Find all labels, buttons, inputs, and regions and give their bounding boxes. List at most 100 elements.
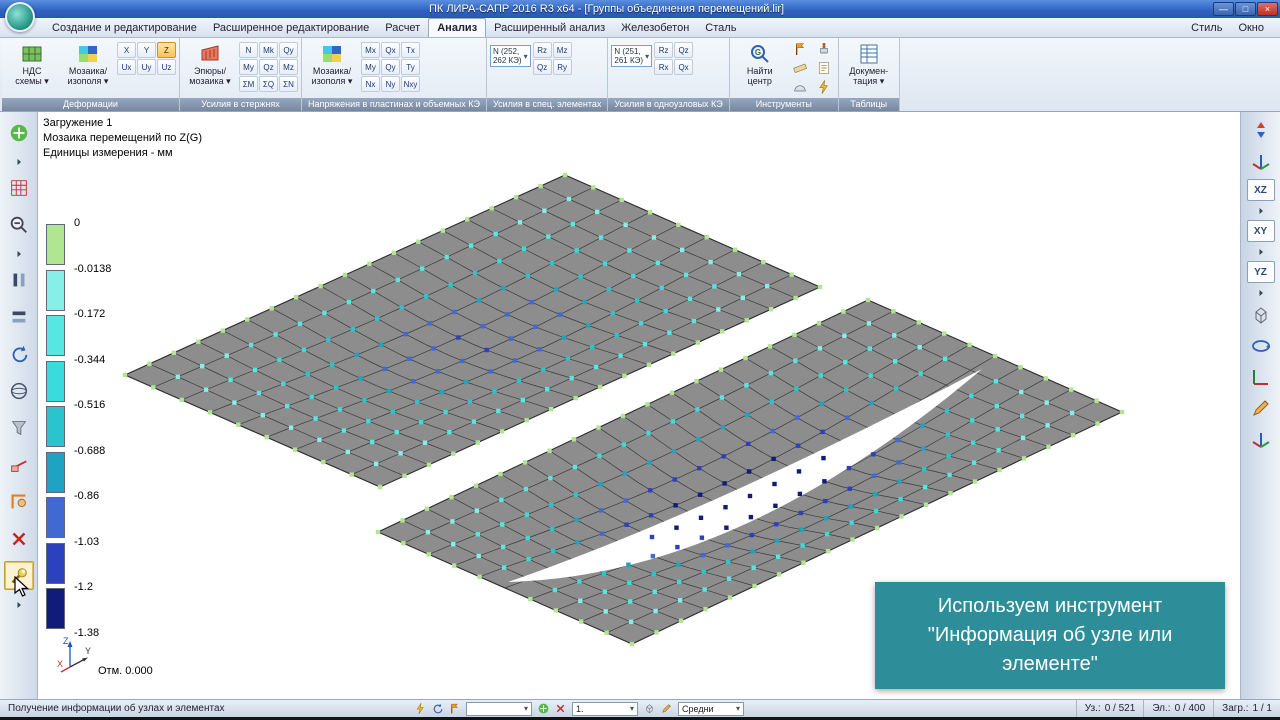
plate-stress-buttons-Nxy[interactable]: Nxy	[401, 76, 420, 92]
menu-right-item-1[interactable]: Стиль	[1183, 18, 1230, 37]
flip-view-button[interactable]	[1246, 117, 1276, 143]
mesh-display-tool[interactable]	[4, 173, 34, 202]
rotate-model-tool[interactable]	[4, 339, 34, 368]
section-tool[interactable]	[4, 450, 34, 479]
special-element-buttons-Rz[interactable]: Rz	[532, 42, 552, 58]
documentation-button[interactable]: Докумен-тация ▾	[842, 40, 896, 88]
tools-stack-2-paint-icon[interactable]	[813, 40, 835, 58]
plate-stress-buttons-Qx[interactable]: Qx	[381, 42, 400, 58]
plate-stress-buttons-Qy[interactable]: Qy	[381, 59, 400, 75]
maximize-button[interactable]: □	[1235, 2, 1256, 16]
pan-tool[interactable]	[4, 118, 34, 147]
projection-tool-1[interactable]	[4, 265, 34, 294]
displacement-axis-buttons-Uy[interactable]: Uy	[137, 59, 156, 75]
delete-tool[interactable]	[4, 524, 34, 553]
menu-tab-5[interactable]: Расширенный анализ	[486, 18, 613, 37]
menu-tab-2[interactable]: Расширенное редактирование	[205, 18, 377, 37]
bar-force-buttons-Qy[interactable]: Qy	[279, 42, 298, 58]
status-combo-1[interactable]: ▾	[466, 701, 532, 716]
view-xz-button[interactable]: XZ	[1246, 179, 1275, 201]
plate-stress-buttons-Ny[interactable]: Ny	[381, 76, 400, 92]
model-viewport[interactable]: Загружение 1 Мозаика перемещений по Z(G) Е…	[38, 112, 1240, 699]
special-element-buttons-Mz[interactable]: Mz	[552, 42, 572, 58]
view-xy-button[interactable]: XY	[1246, 220, 1275, 242]
expand-arrow-1[interactable]	[4, 155, 34, 167]
find-center-button[interactable]: G Найти центр	[733, 40, 787, 88]
single-node-buttons-Qz[interactable]: Qz	[674, 42, 694, 58]
clip-plane-tool[interactable]	[4, 487, 34, 516]
menu-tab-3[interactable]: Расчет	[377, 18, 428, 37]
bar-force-buttons-ΣQ[interactable]: ΣQ	[259, 76, 278, 92]
status-tool-2-2[interactable]	[552, 701, 569, 716]
plate-stress-buttons-Tx[interactable]: Tx	[401, 42, 420, 58]
status-combo-3[interactable]: Средни ▾	[678, 701, 744, 716]
status-tool-3-1[interactable]	[641, 701, 658, 716]
tools-stack-1-protractor-icon[interactable]	[789, 78, 811, 96]
single-node-buttons-Rz[interactable]: Rz	[654, 42, 674, 58]
plate-stress-buttons-Ty[interactable]: Ty	[401, 59, 420, 75]
status-tool-2-1[interactable]	[535, 701, 552, 716]
bar-force-buttons-ΣN[interactable]: ΣN	[279, 76, 298, 92]
special-element-buttons-Qz[interactable]: Qz	[532, 59, 552, 75]
displacement-axis-buttons-Ux[interactable]: Ux	[117, 59, 136, 75]
rotate-view-button[interactable]	[1246, 333, 1276, 359]
view-xy-arrow[interactable]	[1246, 245, 1276, 257]
status-tool-1-1[interactable]	[412, 701, 429, 716]
menu-right-item-2[interactable]: Окно	[1230, 18, 1272, 37]
menu-tab-7[interactable]: Сталь	[697, 18, 744, 37]
status-combo-2[interactable]: 1. ▾	[572, 701, 638, 716]
bar-force-buttons-Mk[interactable]: Mk	[259, 42, 278, 58]
special-element-force-combo[interactable]: N (252, 262 КЭ) ▾	[489, 45, 531, 67]
displacement-axis-buttons-Y[interactable]: Y	[137, 42, 156, 58]
single-node-force-combo[interactable]: N (251, 261 КЭ) ▾	[611, 45, 653, 67]
tools-stack-1-ruler-icon[interactable]	[789, 59, 811, 77]
isometric-view-button[interactable]	[1246, 302, 1276, 328]
bar-force-buttons-My[interactable]: My	[239, 59, 258, 75]
app-menu-button[interactable]	[5, 2, 35, 32]
sphere-view-tool[interactable]	[4, 376, 34, 405]
global-axes-button[interactable]	[1246, 148, 1276, 174]
bar-force-buttons-Qz[interactable]: Qz	[259, 59, 278, 75]
epure-mosaic-button[interactable]: Эпюры/мозаика ▾	[183, 40, 237, 88]
menu-tab-4[interactable]: Анализ	[428, 18, 487, 37]
view-xz-arrow[interactable]	[1246, 204, 1276, 216]
plate-mosaic-isofields-button[interactable]: Мозаика/изополя ▾	[305, 40, 359, 88]
view-yz-button[interactable]: YZ	[1246, 261, 1275, 283]
tools-stack-1-flag-icon[interactable]	[789, 40, 811, 58]
ribbon-group-label-4: Усилия в спец. элементах	[486, 98, 608, 111]
single-node-buttons-Qx[interactable]: Qx	[674, 59, 694, 75]
bar-force-buttons-Mz[interactable]: Mz	[279, 59, 298, 75]
chevron-down-icon: ▾	[645, 51, 650, 61]
menu-tab-6[interactable]: Железобетон	[613, 18, 697, 37]
displacement-axis-buttons-Uz[interactable]: Uz	[157, 59, 176, 75]
menu-tab-1[interactable]: Создание и редактирование	[44, 18, 205, 37]
plate-stress-buttons-My[interactable]: My	[361, 59, 380, 75]
ucs-button[interactable]	[1246, 426, 1276, 452]
local-axes-button[interactable]	[1246, 364, 1276, 390]
view-yz-arrow[interactable]	[1246, 286, 1276, 298]
mosaic-isofields-button[interactable]: Мозаика/изополя ▾	[61, 40, 115, 88]
single-node-buttons-Rx[interactable]: Rx	[654, 59, 674, 75]
plate-stress-buttons-Nx[interactable]: Nx	[361, 76, 380, 92]
close-button[interactable]: ×	[1257, 2, 1278, 16]
more-tools-arrow[interactable]	[4, 598, 34, 610]
bar-force-buttons-N[interactable]: N	[239, 42, 258, 58]
minimize-button[interactable]: —	[1213, 2, 1234, 16]
nds-schemes-button[interactable]: НДС схемы ▾	[5, 40, 59, 88]
bar-force-buttons-ΣM[interactable]: ΣM	[239, 76, 258, 92]
displacement-axis-buttons-X[interactable]: X	[117, 42, 136, 58]
tools-stack-2-lightning-icon[interactable]	[813, 78, 835, 96]
expand-arrow-2[interactable]	[4, 247, 34, 259]
status-tool-3-2[interactable]	[658, 701, 675, 716]
status-tool-1-2[interactable]	[429, 701, 446, 716]
special-element-buttons-Ry[interactable]: Ry	[552, 59, 572, 75]
tools-stack-2-memo-icon[interactable]	[813, 59, 835, 77]
zoom-out-tool[interactable]	[4, 210, 34, 239]
displacement-axis-buttons-Z[interactable]: Z	[157, 42, 176, 58]
projection-tool-2[interactable]	[4, 302, 34, 331]
filter-tool[interactable]	[4, 413, 34, 442]
status-tool-1-3[interactable]	[446, 701, 463, 716]
plate-stress-buttons-Mx[interactable]: Mx	[361, 42, 380, 58]
model-info-line-1: Загружение 1	[43, 117, 113, 129]
edit-view-button[interactable]	[1246, 395, 1276, 421]
